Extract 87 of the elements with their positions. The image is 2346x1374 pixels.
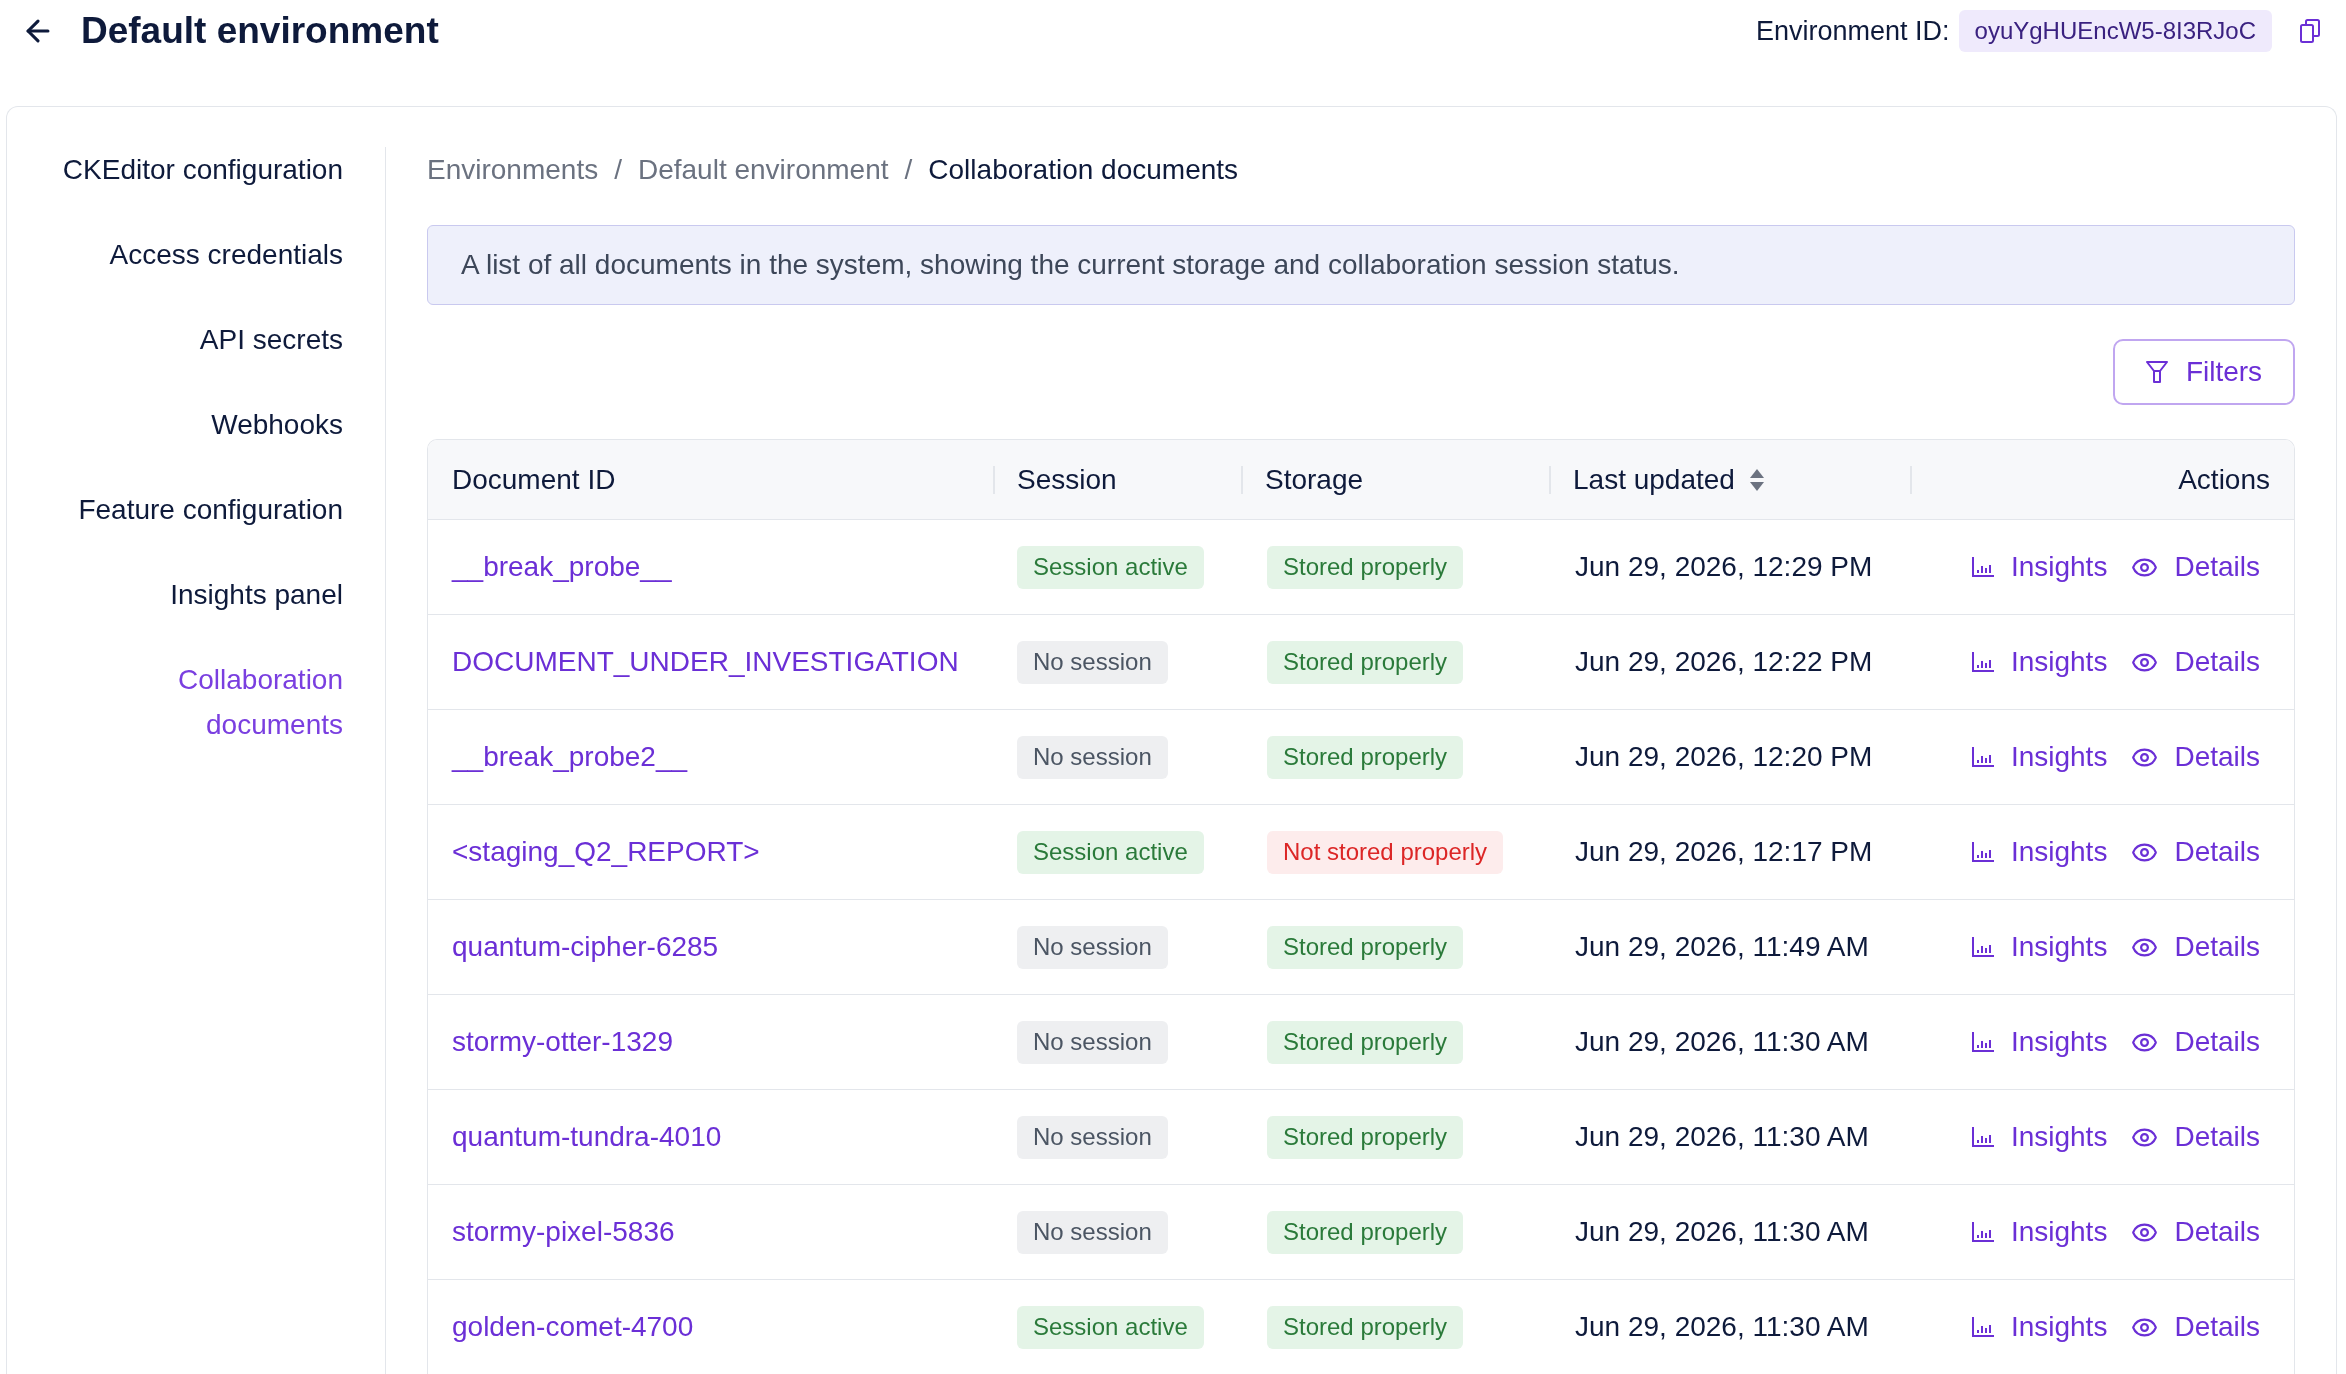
bar-chart-icon	[1970, 556, 1995, 578]
details-link[interactable]: Details	[2131, 831, 2260, 873]
sidebar-item[interactable]: Insights panel	[170, 572, 343, 617]
bar-chart-icon	[1970, 1126, 1995, 1148]
info-message: A list of all documents in the system, showing the current storage and collaboration session status.	[427, 225, 2295, 305]
bar-chart-icon	[1970, 936, 1995, 958]
insights-link[interactable]: Insights	[1970, 1306, 2108, 1348]
bar-chart-icon	[1970, 651, 1995, 673]
last-updated-text: Jun 29, 2026, 11:30 AM	[1575, 1311, 1869, 1342]
insights-link[interactable]: Insights	[1970, 641, 2108, 683]
last-updated-text: Jun 29, 2026, 12:17 PM	[1575, 836, 1873, 867]
session-status-badge: No session	[1017, 735, 1168, 779]
last-updated-text: Jun 29, 2026, 11:30 AM	[1575, 1121, 1869, 1152]
last-updated-text: Jun 29, 2026, 11:49 AM	[1575, 931, 1869, 962]
breadcrumb-separator: /	[904, 153, 913, 187]
column-header: Document ID	[451, 462, 616, 497]
session-status-badge: No session	[1017, 1210, 1168, 1254]
last-updated-text: Jun 29, 2026, 12:22 PM	[1575, 646, 1873, 677]
details-link[interactable]: Details	[2131, 736, 2260, 778]
insights-link[interactable]: Insights	[1970, 736, 2108, 778]
insights-link[interactable]: Insights	[1970, 831, 2108, 873]
filter-icon	[2145, 360, 2168, 384]
environment-id-chip: oyuYgHUEncW5-8I3RJoC	[1958, 10, 2272, 52]
storage-status-badge: Stored properly	[1267, 1020, 1464, 1064]
last-updated-text: Jun 29, 2026, 11:30 AM	[1575, 1026, 1869, 1057]
sidebar-item[interactable]: Feature configuration	[78, 487, 343, 532]
session-status-badge: No session	[1017, 1115, 1168, 1159]
column-header: Session	[1017, 462, 1117, 497]
environment-id-label: Environment ID:	[1756, 14, 1950, 48]
insights-link[interactable]: Insights	[1970, 1021, 2108, 1063]
session-status-badge: No session	[1017, 925, 1168, 969]
document-id-link[interactable]: DOCUMENT_UNDER_INVESTIGATION	[452, 646, 959, 677]
bar-chart-icon	[1970, 1221, 1995, 1243]
last-updated-text: Jun 29, 2026, 12:20 PM	[1575, 741, 1873, 772]
details-link[interactable]: Details	[2131, 1116, 2260, 1158]
sidebar-item[interactable]: Webhooks	[211, 402, 343, 447]
breadcrumb-link[interactable]: Default environment	[637, 147, 889, 192]
document-id-link[interactable]: stormy-otter-1329	[452, 1026, 673, 1057]
session-status-badge: Session active	[1017, 545, 1204, 589]
sidebar-item[interactable]: API secrets	[199, 317, 343, 362]
insights-link[interactable]: Insights	[1970, 926, 2108, 968]
document-id-link[interactable]: __break_probe__	[452, 551, 672, 582]
details-link[interactable]: Details	[2131, 546, 2260, 588]
details-link[interactable]: Details	[2131, 1306, 2260, 1348]
insights-link[interactable]: Insights	[1970, 546, 2108, 588]
copy-icon[interactable]	[2300, 19, 2320, 43]
column-header: Storage	[1265, 462, 1364, 497]
storage-status-badge: Stored properly	[1267, 735, 1464, 779]
storage-status-badge: Stored properly	[1267, 640, 1464, 684]
breadcrumb-separator: /	[614, 153, 622, 187]
document-id-link[interactable]: golden-comet-4700	[452, 1311, 694, 1342]
details-link[interactable]: Details	[2131, 1211, 2260, 1253]
storage-status-badge: Stored properly	[1267, 925, 1464, 969]
breadcrumb-link[interactable]: Environments	[427, 147, 599, 192]
filters-button[interactable]: Filters	[2113, 339, 2295, 405]
storage-status-badge: Not stored properly	[1267, 830, 1504, 874]
session-status-badge: Session active	[1017, 1305, 1204, 1349]
storage-status-badge: Stored properly	[1267, 545, 1464, 589]
bar-chart-icon	[1970, 746, 1995, 768]
document-id-link[interactable]: <staging_Q2_REPORT>	[452, 836, 760, 867]
details-link[interactable]: Details	[2131, 641, 2260, 683]
storage-status-badge: Stored properly	[1267, 1115, 1464, 1159]
sidebar-item[interactable]: CKEditor configuration	[62, 147, 343, 192]
details-link[interactable]: Details	[2131, 926, 2260, 968]
storage-status-badge: Stored properly	[1267, 1305, 1464, 1349]
session-status-badge: Session active	[1017, 830, 1204, 874]
insights-link[interactable]: Insights	[1970, 1211, 2108, 1253]
session-status-badge: No session	[1017, 640, 1168, 684]
document-id-link[interactable]: quantum-cipher-6285	[452, 931, 719, 962]
details-link[interactable]: Details	[2131, 1021, 2260, 1063]
sidebar-item[interactable]: Access credentials	[109, 232, 343, 277]
page-title: Default environment	[81, 9, 439, 53]
last-updated-text: Jun 29, 2026, 11:30 AM	[1575, 1216, 1869, 1247]
bar-chart-icon	[1970, 1316, 1995, 1338]
insights-link[interactable]: Insights	[1970, 1116, 2108, 1158]
storage-status-badge: Stored properly	[1267, 1210, 1464, 1254]
sidebar-item[interactable]: Collaboration documents	[47, 657, 343, 747]
column-header[interactable]: Last updated	[1573, 458, 1735, 501]
last-updated-text: Jun 29, 2026, 12:29 PM	[1575, 551, 1873, 582]
bar-chart-icon	[1970, 1031, 1995, 1053]
session-status-badge: No session	[1017, 1020, 1168, 1064]
column-header: Actions	[2178, 462, 2270, 497]
document-id-link[interactable]: quantum-tundra-4010	[452, 1121, 722, 1152]
breadcrumb-link[interactable]: Collaboration documents	[928, 147, 1239, 192]
document-id-link[interactable]: stormy-pixel-5836	[452, 1216, 675, 1247]
document-id-link[interactable]: __break_probe2__	[452, 741, 688, 772]
bar-chart-icon	[1970, 841, 1995, 863]
